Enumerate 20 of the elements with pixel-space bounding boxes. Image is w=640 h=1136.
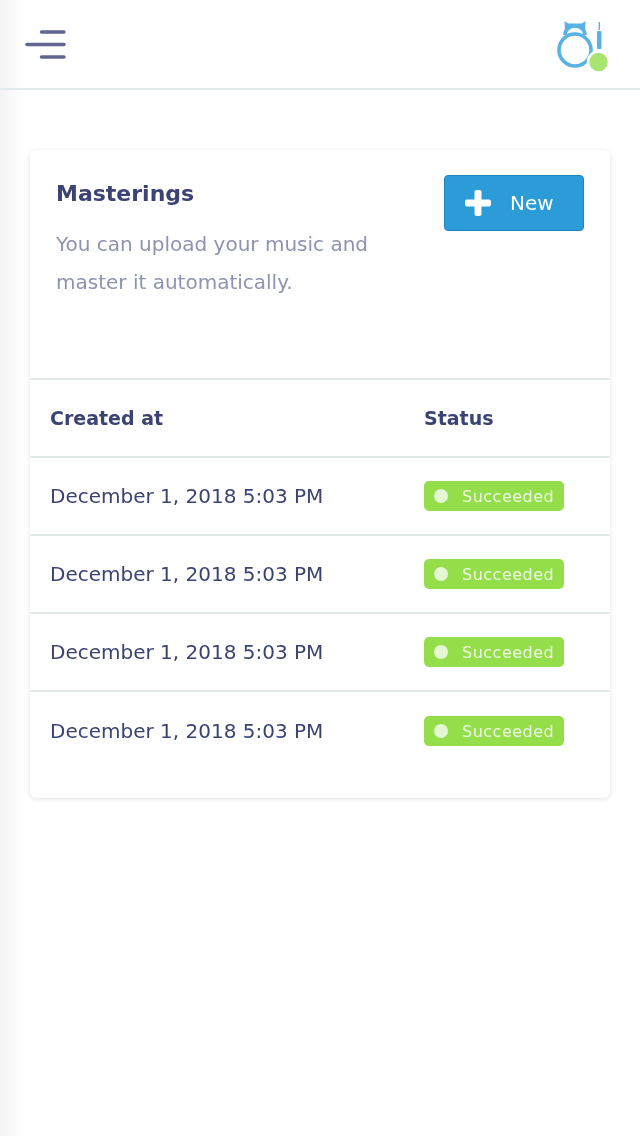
status-label: Succeeded	[462, 721, 555, 741]
status-dot-icon	[434, 724, 448, 738]
card-title: Masterings	[56, 180, 196, 208]
status-dot-icon	[434, 489, 448, 503]
card-description: You can upload your music and master it automatically.	[56, 231, 370, 296]
status-dot-icon	[434, 645, 448, 659]
status-dot-icon	[434, 567, 448, 581]
column-header: Created at	[50, 407, 164, 429]
status-label: Succeeded	[462, 564, 555, 584]
menu-icon	[25, 29, 66, 59]
column-header: Status	[424, 407, 494, 429]
created-at-cell: December 1, 2018 5:03 PM	[50, 719, 324, 743]
status-label: Succeeded	[462, 486, 555, 506]
created-at-cell: December 1, 2018 5:03 PM	[50, 484, 324, 508]
menu-button[interactable]	[25, 29, 66, 59]
new-button[interactable]: New	[444, 175, 584, 231]
status-label: Succeeded	[462, 642, 555, 662]
plus-icon	[465, 190, 491, 216]
created-at-cell: December 1, 2018 5:03 PM	[50, 640, 324, 664]
created-at-cell: December 1, 2018 5:03 PM	[50, 562, 324, 586]
